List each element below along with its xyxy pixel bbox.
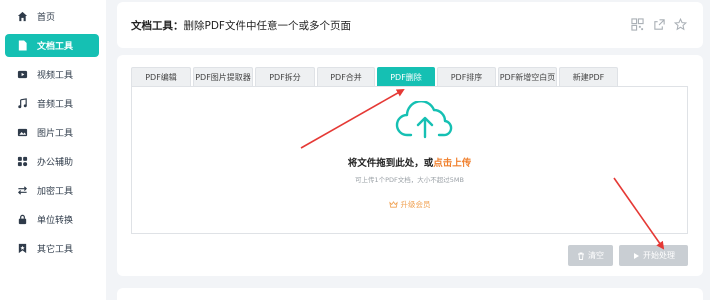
tab-pdf-merge[interactable]: PDF合并 <box>317 67 375 86</box>
main-card: PDF编辑 PDF图片提取器 PDF拆分 PDF合并 PDF删除 PDF排序 P… <box>117 55 703 276</box>
sidebar-item-audio-tools[interactable]: 音频工具 <box>5 92 99 115</box>
page-title: 文档工具：删除PDF文件中任意一个或多个页面 <box>131 18 351 33</box>
upload-hint: 可上传1个PDF文档，大小不超过5MB <box>354 176 464 184</box>
tab-new-pdf[interactable]: 新建PDF <box>559 67 618 86</box>
home-icon <box>17 11 28 22</box>
start-button-label: 开始处理 <box>643 251 675 260</box>
tab-pdf-split[interactable]: PDF拆分 <box>255 67 315 86</box>
sidebar-item-label: 图片工具 <box>37 129 74 139</box>
sidebar-item-label: 办公辅助 <box>37 158 74 168</box>
sidebar-item-label: 加密工具 <box>37 187 74 197</box>
sidebar-item-label: 单位转换 <box>37 216 74 226</box>
sidebar-item-label: 视频工具 <box>37 71 74 81</box>
sidebar-item-label: 其它工具 <box>37 245 74 255</box>
qrcode-icon[interactable] <box>631 16 644 31</box>
tab-pdf-add-blank-page[interactable]: PDF新增空白页 <box>498 67 557 86</box>
cloud-upload-icon <box>395 101 453 139</box>
trash-icon <box>578 252 584 260</box>
sidebar-item-unit-convert[interactable]: 单位转换 <box>5 208 99 231</box>
tab-pdf-delete[interactable]: PDF删除 <box>377 67 435 86</box>
encrypt-icon <box>17 185 28 196</box>
video-icon <box>17 69 28 80</box>
upload-drop-zone[interactable]: 将文件拖到此处，或点击上传 可上传1个PDF文档，大小不超过5MB 升级会员 <box>131 86 688 234</box>
unit-convert-icon <box>17 214 28 225</box>
sidebar-item-label: 音频工具 <box>37 100 74 110</box>
sidebar: 首页 文档工具 视频工具 音频工具 图片工具 办公辅助 加密工具 单位转换 其它… <box>0 0 106 300</box>
play-icon <box>634 252 639 259</box>
sidebar-item-image-tools[interactable]: 图片工具 <box>5 121 99 144</box>
bottom-card <box>117 288 703 300</box>
sidebar-item-label: 首页 <box>37 13 56 23</box>
image-icon <box>17 127 28 138</box>
upload-main-text: 将文件拖到此处，或 <box>347 158 434 169</box>
clear-button[interactable]: 清空 <box>568 245 613 266</box>
start-processing-button[interactable]: 开始处理 <box>619 245 688 266</box>
sidebar-item-label: 文档工具 <box>37 42 74 52</box>
music-icon <box>17 98 28 109</box>
upload-instruction: 将文件拖到此处，或点击上传 <box>132 155 687 169</box>
sidebar-item-document-tools[interactable]: 文档工具 <box>5 34 99 57</box>
sidebar-item-encrypt-tools[interactable]: 加密工具 <box>5 179 99 202</box>
sidebar-item-office-tools[interactable]: 办公辅助 <box>5 150 99 173</box>
click-upload-link[interactable]: 点击上传 <box>433 158 471 169</box>
tab-pdf-sort[interactable]: PDF排序 <box>437 67 496 86</box>
office-icon <box>17 156 28 167</box>
title-card: 文档工具：删除PDF文件中任意一个或多个页面 <box>117 2 703 48</box>
sidebar-item-home[interactable]: 首页 <box>5 5 99 28</box>
other-tools-icon <box>17 243 28 254</box>
star-icon[interactable] <box>673 16 688 31</box>
tab-pdf-edit[interactable]: PDF编辑 <box>131 67 191 86</box>
clear-button-label: 清空 <box>588 251 604 260</box>
share-icon[interactable] <box>653 16 666 30</box>
title-description: 删除PDF文件中任意一个或多个页面 <box>183 20 351 32</box>
title-prefix: 文档工具： <box>131 20 184 32</box>
upgrade-member-label: 升级会员 <box>400 200 431 209</box>
crown-icon <box>388 201 398 208</box>
document-icon <box>17 40 28 51</box>
tab-pdf-image-extractor[interactable]: PDF图片提取器 <box>193 67 253 86</box>
sidebar-item-video-tools[interactable]: 视频工具 <box>5 63 99 86</box>
upgrade-member-link[interactable]: 升级会员 <box>132 199 687 210</box>
sidebar-item-other-tools[interactable]: 其它工具 <box>5 237 99 260</box>
